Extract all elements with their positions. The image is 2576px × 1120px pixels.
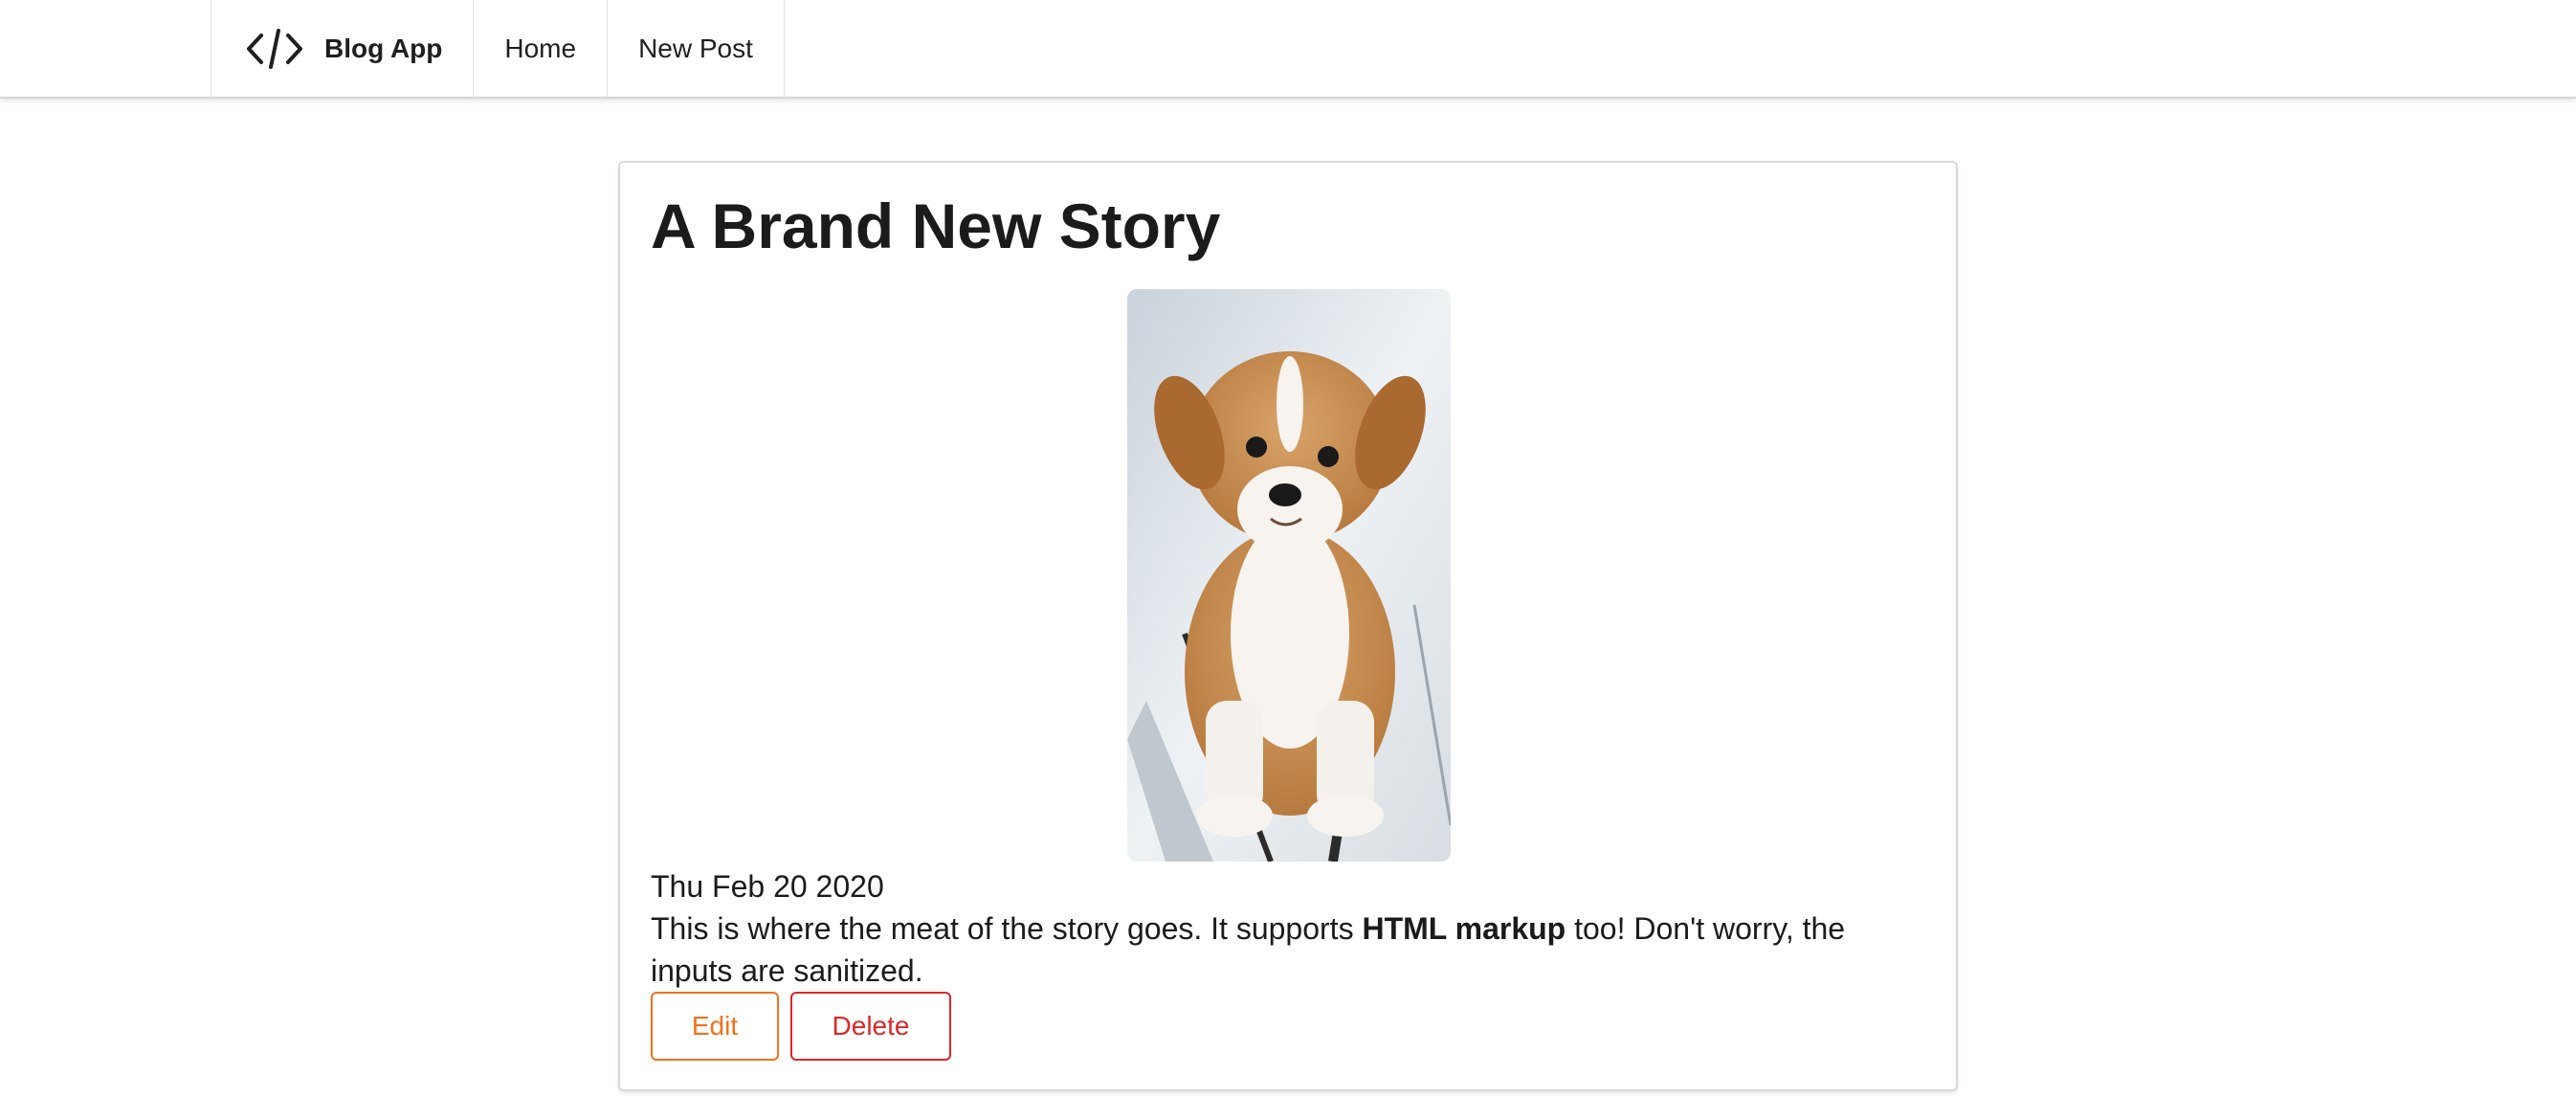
nav-brand[interactable]: Blog App	[211, 0, 475, 97]
post-image	[1127, 289, 1451, 862]
nav-item-home[interactable]: Home	[474, 0, 609, 97]
post-actions: Edit Delete	[651, 992, 951, 1061]
top-navbar: Blog App Home New Post	[0, 0, 2576, 99]
post-body-bold: HTML markup	[1362, 911, 1566, 946]
brand-label: Blog App	[324, 33, 443, 63]
code-icon	[246, 28, 303, 70]
post-body: This is where the meat of the story goes…	[651, 907, 1933, 992]
post-title: A Brand New Story	[651, 190, 1221, 261]
delete-button[interactable]: Delete	[790, 992, 951, 1061]
edit-button[interactable]: Edit	[651, 992, 779, 1061]
nav-menu: Blog App Home New Post	[211, 0, 785, 97]
post-date: Thu Feb 20 2020	[651, 869, 884, 904]
nav-item-new-post[interactable]: New Post	[608, 0, 785, 97]
post-body-text: This is where the meat of the story goes…	[651, 911, 1363, 946]
post-card: A Brand New Story Thu Feb 20 2020 This i…	[618, 161, 1958, 1091]
